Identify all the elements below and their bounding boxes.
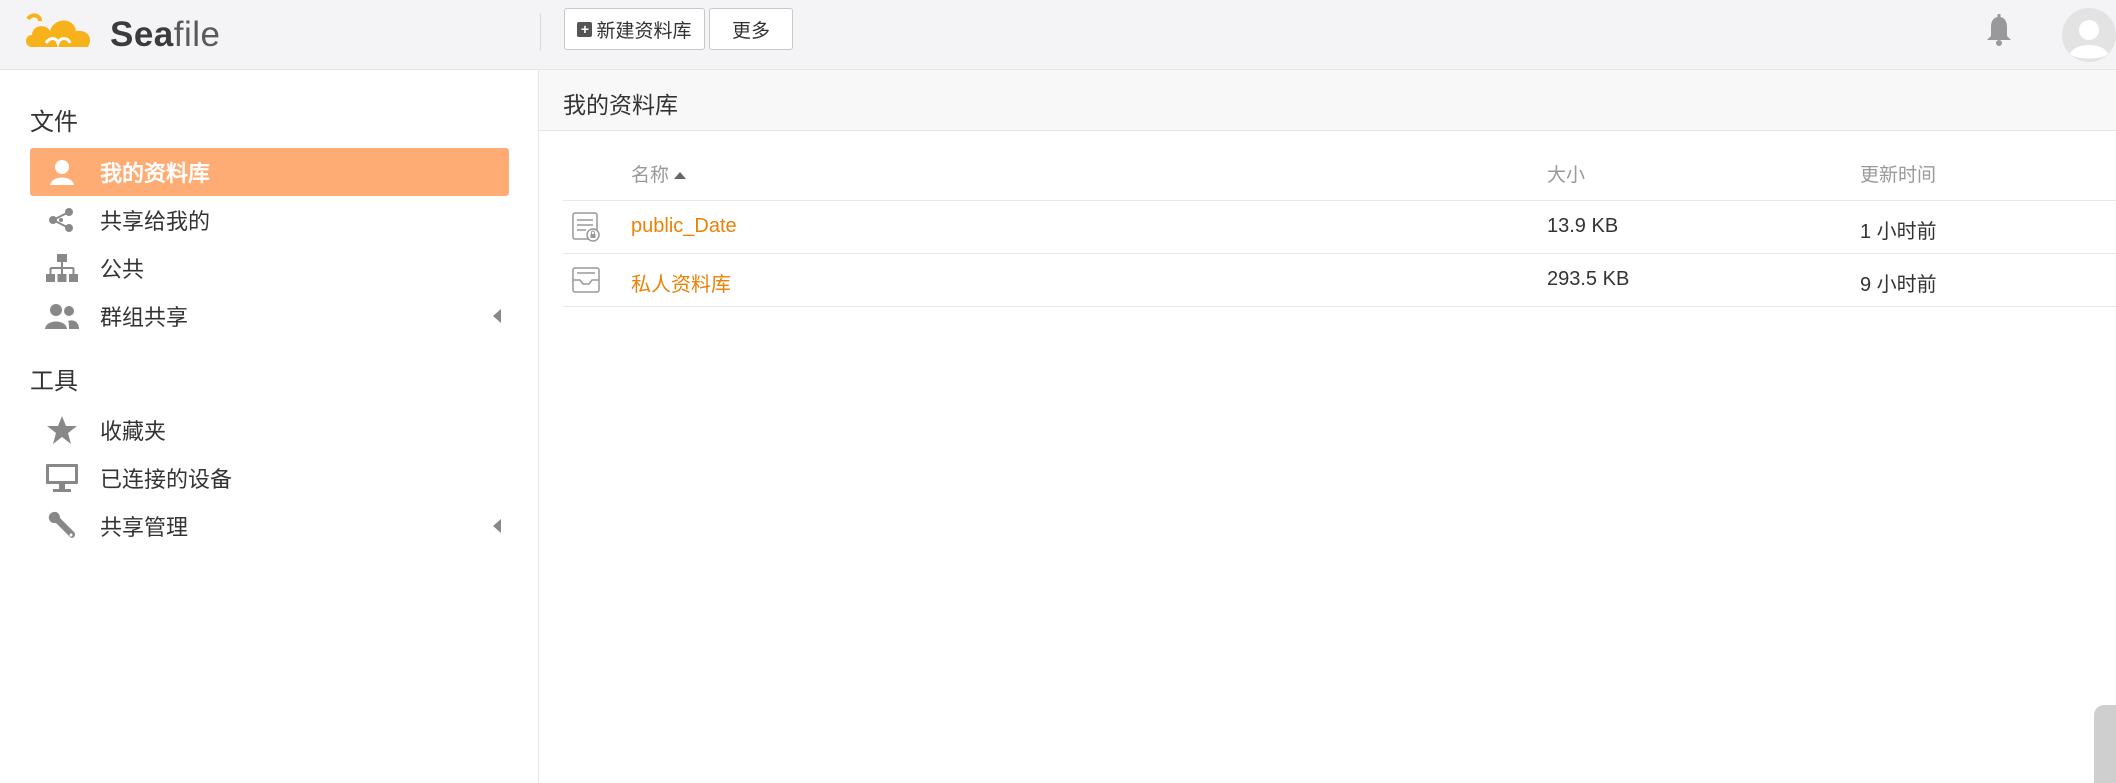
expand-caret-icon[interactable]	[493, 309, 501, 323]
table-row[interactable]: public_Date 13.9 KB 1 小时前	[563, 201, 2116, 254]
sidebar-item-favorites[interactable]: 收藏夹	[30, 406, 509, 454]
monitor-icon	[42, 461, 82, 495]
new-library-label: 新建资料库	[596, 20, 692, 42]
library-size: 13.9 KB	[1547, 215, 1619, 237]
cloud-logo-icon	[26, 13, 91, 48]
share-icon	[42, 203, 82, 237]
bell-icon[interactable]	[1984, 14, 2014, 48]
sidebar-item-label: 共享给我的	[100, 209, 211, 234]
library-updated: 9 小时前	[1860, 274, 1937, 296]
sidebar-item-group-shares[interactable]: 群组共享	[30, 292, 509, 340]
new-library-button[interactable]: + 新建资料库	[564, 8, 705, 50]
seafile-logo[interactable]: Seafile	[22, 6, 222, 64]
more-button[interactable]: 更多	[709, 8, 793, 50]
column-header-updated[interactable]: 更新时间	[1860, 160, 1936, 187]
side-panel-tab[interactable]	[2094, 705, 2116, 783]
tools-section-title: 工具	[30, 368, 78, 395]
more-label: 更多	[731, 20, 770, 42]
library-updated: 1 小时前	[1860, 221, 1937, 243]
sidebar-item-label: 已连接的设备	[100, 467, 233, 492]
sidebar-item-label: 公共	[100, 257, 145, 282]
sidebar-item-linked-devices[interactable]: 已连接的设备	[30, 454, 509, 502]
sidebar: 文件 我的资料库 共享给我的 公共 群组共享 工具 收藏夹 已连接的设备 共享管…	[0, 70, 539, 783]
logo-text: Seafile	[110, 15, 221, 54]
header-divider	[540, 14, 541, 50]
avatar[interactable]	[2062, 8, 2116, 62]
wrench-icon	[42, 509, 82, 543]
group-icon	[42, 299, 82, 333]
library-name-link[interactable]: 私人资料库	[631, 268, 731, 297]
expand-caret-icon[interactable]	[493, 519, 501, 533]
page-title: 我的资料库	[563, 92, 678, 118]
shared-library-icon	[572, 212, 600, 242]
sidebar-item-label: 我的资料库	[100, 161, 211, 186]
main-content: 我的资料库 名称 大小 更新时间 public_Date 13.9 KB 1 小…	[539, 70, 2116, 783]
user-icon	[42, 155, 82, 189]
column-header-size[interactable]: 大小	[1547, 160, 1585, 187]
sidebar-item-label: 共享管理	[100, 515, 189, 540]
library-icon	[572, 267, 600, 293]
sidebar-item-my-libraries[interactable]: 我的资料库	[30, 148, 509, 196]
sidebar-item-public[interactable]: 公共	[30, 244, 509, 292]
plus-icon: +	[577, 21, 593, 37]
sidebar-item-share-admin[interactable]: 共享管理	[30, 502, 509, 550]
table-row[interactable]: 私人资料库 293.5 KB 9 小时前	[563, 254, 2116, 307]
column-header-name[interactable]: 名称	[631, 160, 687, 187]
files-section-title: 文件	[30, 109, 78, 136]
sidebar-item-label: 收藏夹	[100, 419, 167, 444]
main-header: 我的资料库	[539, 70, 2116, 131]
sidebar-item-label: 群组共享	[100, 305, 189, 330]
library-size: 293.5 KB	[1547, 268, 1630, 290]
star-icon	[42, 413, 82, 447]
library-name-link[interactable]: public_Date	[631, 215, 737, 238]
sidebar-item-shared-with-me[interactable]: 共享给我的	[30, 196, 509, 244]
top-header: Seafile + 新建资料库 更多	[0, 0, 2116, 70]
sort-ascending-icon	[674, 172, 687, 180]
org-tree-icon	[42, 251, 82, 285]
